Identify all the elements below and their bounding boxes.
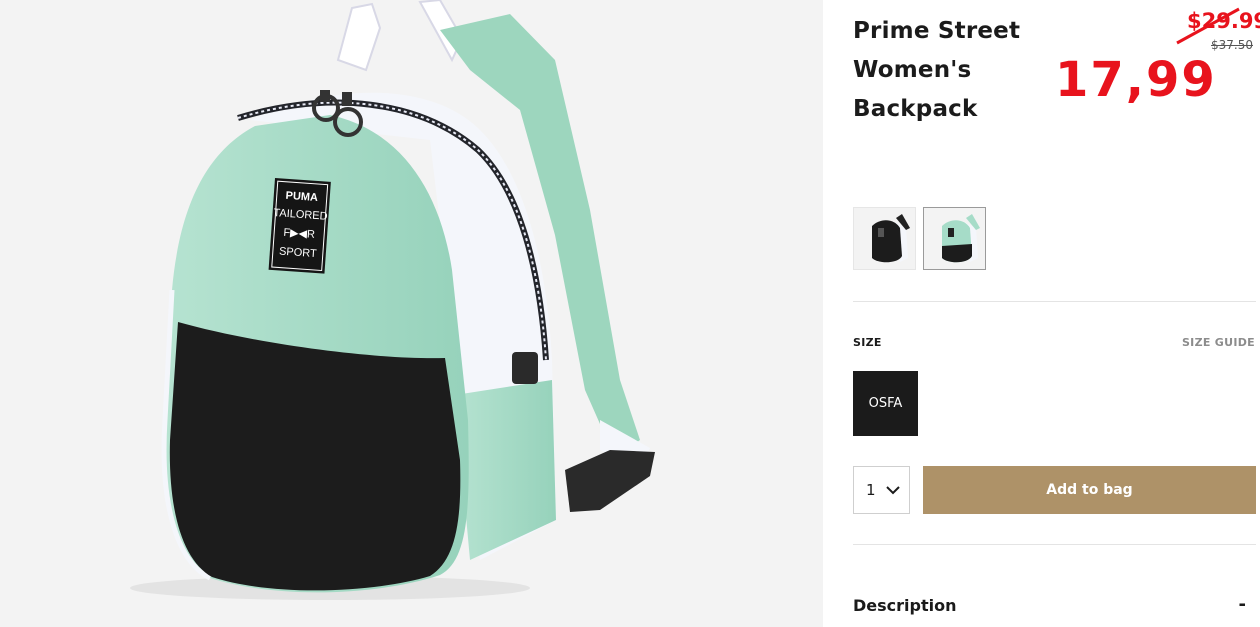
backpack-illustration: PUMA TAILORED F▶◀R SPORT xyxy=(130,0,655,600)
collapse-toggle[interactable]: - xyxy=(1239,594,1246,615)
original-price-wrapper: $29.99 xyxy=(1176,7,1260,45)
backpack-thumbnail-black xyxy=(854,208,915,269)
chevron-down-icon xyxy=(885,486,900,495)
size-option-osfa[interactable]: OSFA xyxy=(853,371,918,436)
backpack-thumbnail-mint xyxy=(924,208,985,269)
logo-text: F▶◀R xyxy=(283,227,315,241)
product-title: Prime Street Women's Backpack xyxy=(853,18,1021,122)
was-price: $37.50 xyxy=(1211,38,1253,52)
divider xyxy=(853,301,1256,302)
quantity-select[interactable]: 1 xyxy=(853,466,910,514)
product-image[interactable]: PUMA TAILORED F▶◀R SPORT xyxy=(0,0,823,627)
size-guide-link[interactable]: SIZE GUIDE xyxy=(1182,336,1255,349)
size-label: SIZE xyxy=(853,336,882,349)
logo-text: PUMA xyxy=(285,190,318,204)
add-to-bag-button[interactable]: Add to bag xyxy=(923,466,1256,514)
product-info-panel: Prime Street Women's Backpack $29.99 $37… xyxy=(823,0,1260,627)
color-swatch-mint[interactable] xyxy=(923,207,986,270)
color-swatch-black[interactable] xyxy=(853,207,916,270)
quantity-value: 1 xyxy=(866,481,876,499)
description-accordion-title[interactable]: Description xyxy=(853,596,956,615)
divider xyxy=(853,544,1256,545)
sale-price: 17,99 xyxy=(1055,52,1217,108)
